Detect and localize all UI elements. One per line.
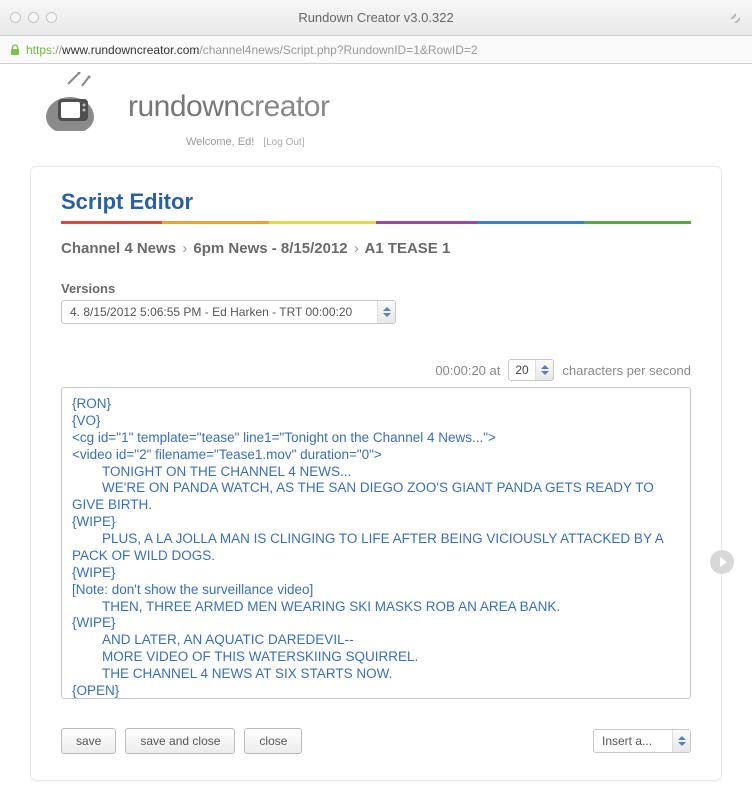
zoom-window-button[interactable] [46,12,57,23]
window-title: Rundown Creator v3.0.322 [0,10,752,25]
save-button[interactable]: save [61,728,116,754]
versions-label: Versions [61,281,691,296]
lock-icon [10,44,20,56]
window-titlebar: Rundown Creator v3.0.322 [0,0,752,36]
breadcrumb-sep-2: › [354,240,359,257]
minimize-window-button[interactable] [28,12,39,23]
logo-icon [28,72,116,142]
fullscreen-icon[interactable] [728,11,742,25]
url-scheme: https [26,43,52,57]
breadcrumb-c[interactable]: A1 TEASE 1 [364,240,450,257]
chevron-updown-icon [535,360,553,380]
versions-select[interactable]: 4. 8/15/2012 5:06:55 PM - Ed Harken - TR… [61,300,396,324]
editor-card: Script Editor Channel 4 News › 6pm News … [30,166,722,781]
close-button[interactable]: close [244,728,302,754]
chevron-updown-icon [672,730,690,752]
versions-selected: 4. 8/15/2012 5:06:55 PM - Ed Harken - TR… [61,300,396,324]
logo-row: rundowncreator [16,70,736,146]
logo-word-2: creator [240,90,330,123]
divider [61,221,691,224]
script-textarea[interactable] [61,387,691,699]
trt-text: 00:00:20 at [435,363,500,378]
breadcrumb-a[interactable]: Channel 4 News [61,240,176,257]
url-bar[interactable]: https://www.rundowncreator.com/channel4n… [0,36,752,64]
logo-word-1: rundown [128,90,240,123]
welcome-text: Welcome, Ed! [186,136,254,148]
url-domain: www.rundowncreator.com [62,43,199,57]
breadcrumb-sep-1: › [182,240,187,257]
breadcrumb-b[interactable]: 6pm News - 8/15/2012 [193,240,347,257]
next-arrow-button[interactable] [710,550,734,574]
welcome-row: Welcome, Ed! [Log Out] [16,136,736,148]
rate-select[interactable]: 20 [508,359,554,381]
logout-link[interactable]: [Log Out] [263,137,304,148]
page-title: Script Editor [61,189,691,215]
close-window-button[interactable] [10,12,21,23]
rate-row: 00:00:20 at 20 characters per second [61,359,691,381]
page-body: rundowncreator Welcome, Ed! [Log Out] Sc… [0,64,752,801]
insert-select[interactable]: Insert a... [593,729,691,753]
rate-suffix: characters per second [562,363,691,378]
url-path: /channel4news/Script.php?RundownID=1&Row… [199,43,477,57]
breadcrumb: Channel 4 News › 6pm News - 8/15/2012 › … [61,240,691,257]
save-and-close-button[interactable]: save and close [125,728,235,754]
url-sep: :// [52,43,62,57]
chevron-updown-icon [377,301,395,323]
traffic-lights [10,12,57,23]
logo-text: rundowncreator [128,90,329,124]
button-row: save save and close close Insert a... [61,728,691,754]
